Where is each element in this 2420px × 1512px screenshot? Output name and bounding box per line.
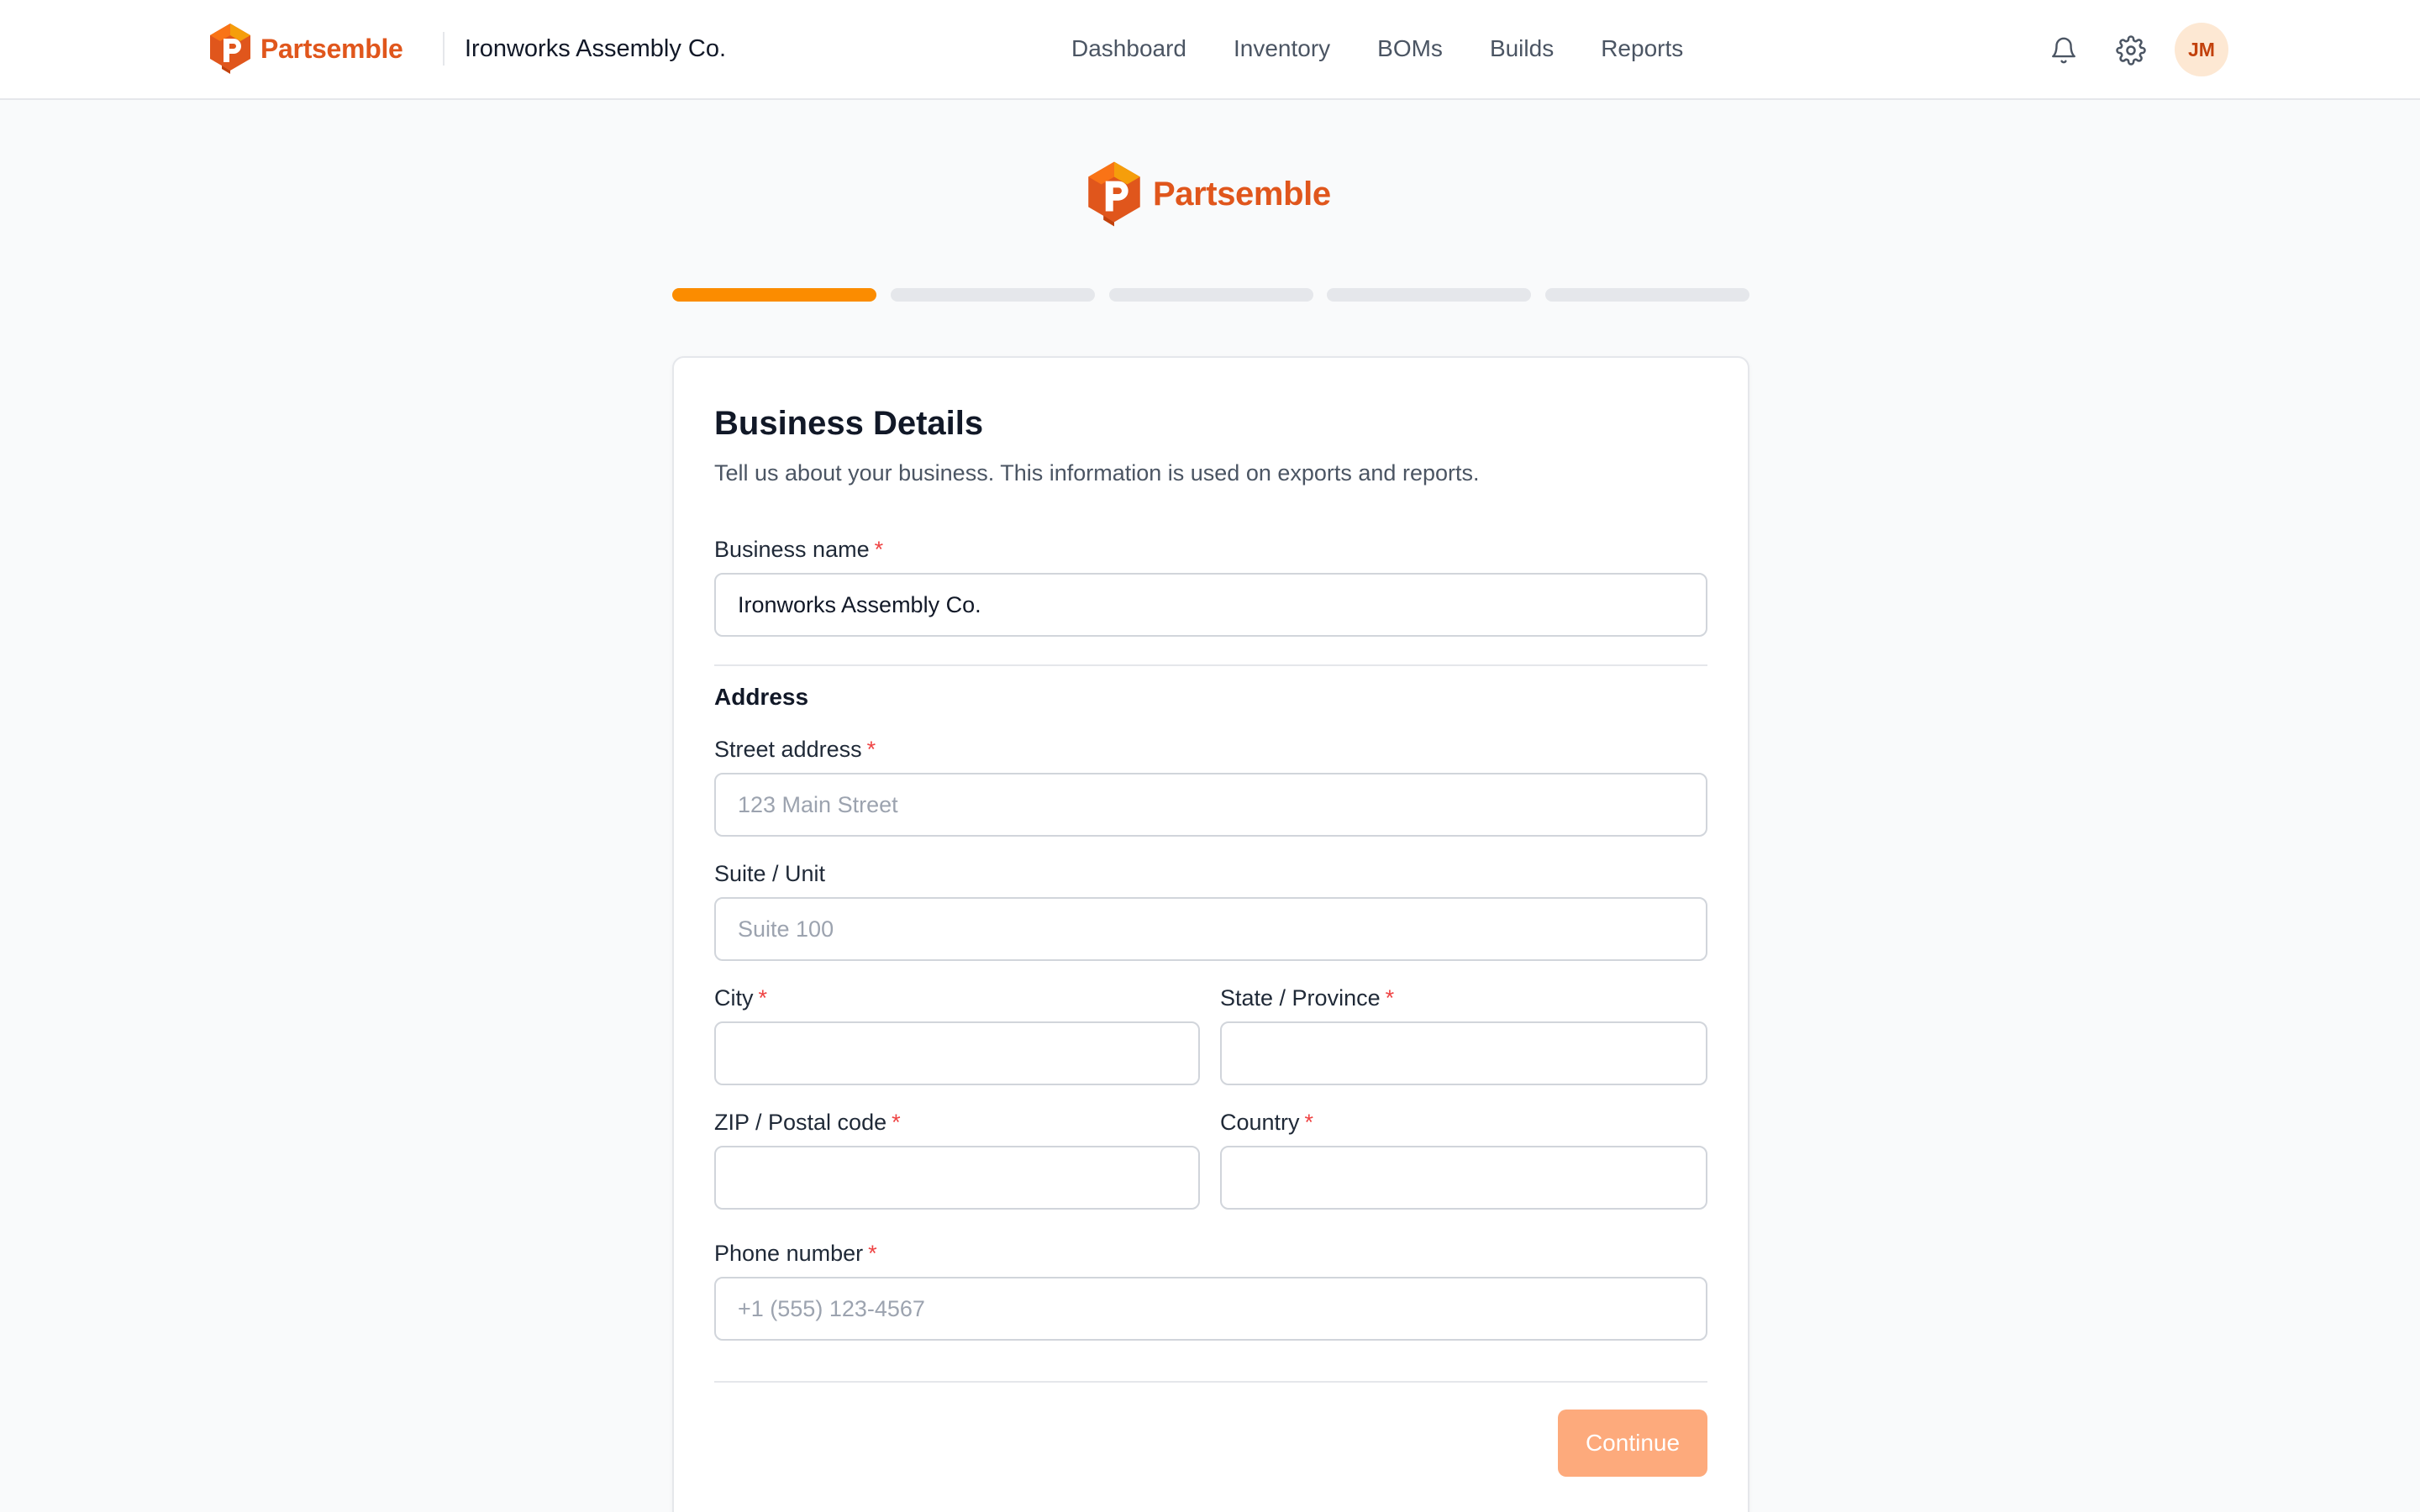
section-divider	[714, 664, 1707, 666]
progress-step-1	[672, 288, 876, 302]
partsemble-logo-icon	[210, 24, 250, 74]
street-address-input[interactable]	[714, 773, 1707, 837]
brand-name: Partsemble	[260, 33, 403, 64]
phone-number-input[interactable]	[714, 1277, 1707, 1341]
progress-step-4	[1327, 288, 1532, 302]
state-province-input[interactable]	[1220, 1021, 1707, 1085]
progress-step-2	[890, 288, 1095, 302]
organization-name: Ironworks Assembly Co.	[465, 35, 727, 62]
main-nav: Dashboard Inventory BOMs Builds Reports	[1071, 32, 1730, 66]
partsemble-logo-icon	[1088, 161, 1140, 227]
bell-icon	[2052, 37, 2075, 64]
required-marker: *	[868, 1241, 877, 1266]
nav-dashboard[interactable]: Dashboard	[1071, 32, 1186, 66]
suite-unit-input[interactable]	[714, 897, 1707, 961]
zip-postal-code-input[interactable]	[714, 1146, 1200, 1210]
nav-boms[interactable]: BOMs	[1377, 32, 1443, 66]
suite-unit-label: Suite / Unit	[714, 861, 826, 886]
country-label: Country *	[1220, 1110, 1314, 1135]
required-marker: *	[1385, 985, 1395, 1011]
notifications-button[interactable]	[2044, 30, 2084, 71]
user-avatar[interactable]: JM	[2175, 23, 2228, 76]
required-marker: *	[892, 1110, 901, 1135]
country-input[interactable]	[1220, 1146, 1707, 1210]
onboarding-brand-name: Partsemble	[1153, 175, 1331, 213]
nav-builds[interactable]: Builds	[1490, 32, 1554, 66]
street-address-label: Street address *	[714, 737, 876, 762]
zip-postal-code-label: ZIP / Postal code *	[714, 1110, 901, 1135]
nav-reports[interactable]: Reports	[1601, 32, 1683, 66]
form-subtitle: Tell us about your business. This inform…	[714, 460, 1480, 486]
brand-divider	[443, 32, 445, 66]
nav-inventory[interactable]: Inventory	[1234, 32, 1330, 66]
business-name-label: Business name *	[714, 537, 884, 562]
onboarding-brand-logo: Partsemble	[1084, 160, 1331, 228]
settings-button[interactable]	[2111, 30, 2151, 71]
onboarding-progress	[672, 288, 1749, 302]
top-navigation-bar: Partsemble Ironworks Assembly Co. Dashbo…	[0, 0, 2420, 100]
required-marker: *	[758, 985, 768, 1011]
gear-icon	[2116, 35, 2146, 66]
state-province-label: State / Province *	[1220, 985, 1395, 1011]
business-details-card: Business Details Tell us about your busi…	[672, 356, 1749, 1512]
progress-step-5	[1545, 288, 1749, 302]
progress-step-3	[1108, 288, 1313, 302]
required-marker: *	[874, 537, 884, 562]
brand-logo-link[interactable]: Partsemble	[207, 22, 403, 76]
city-label: City *	[714, 985, 768, 1011]
required-marker: *	[1304, 1110, 1314, 1135]
footer-divider	[714, 1381, 1707, 1383]
business-name-input[interactable]	[714, 573, 1707, 637]
city-input[interactable]	[714, 1021, 1200, 1085]
required-marker: *	[866, 737, 876, 762]
continue-button[interactable]: Continue	[1558, 1410, 1707, 1477]
phone-number-label: Phone number *	[714, 1241, 877, 1266]
form-title: Business Details	[714, 405, 984, 442]
address-section-title: Address	[714, 684, 809, 710]
